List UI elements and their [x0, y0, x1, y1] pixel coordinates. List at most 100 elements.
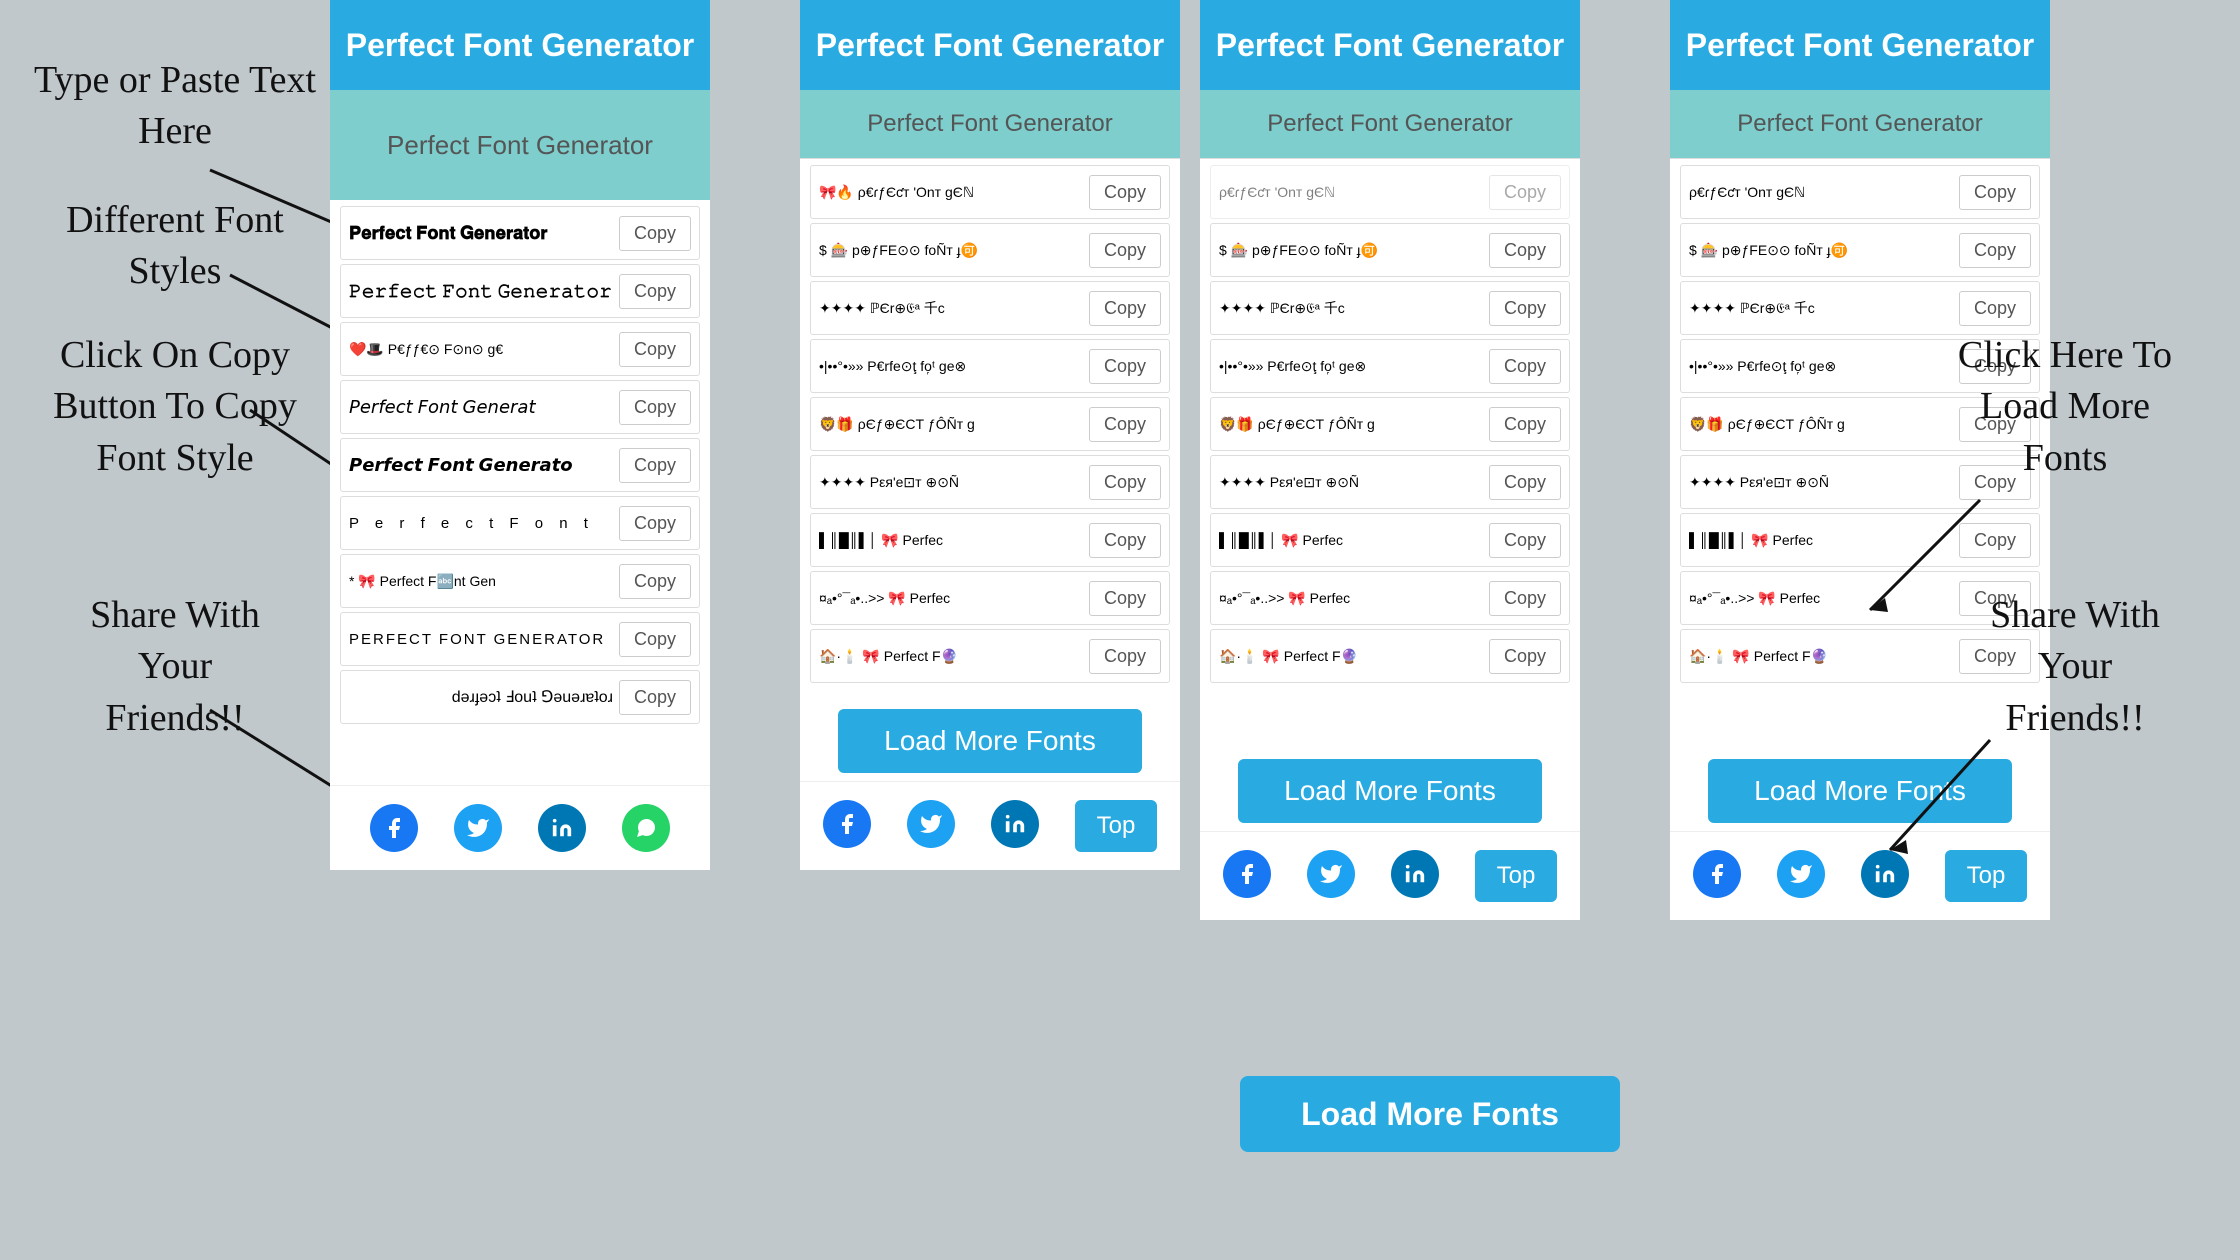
right-phone-panel-2: Perfect Font Generator Perfect Font Gene…: [1200, 0, 1580, 920]
facebook-icon[interactable]: [1223, 850, 1271, 898]
font-row: 🦁🎁 ρЄƒ⊕ЄCТ ƒÔÑт g Copy: [810, 397, 1170, 451]
load-more-button[interactable]: Load More Fonts: [838, 709, 1142, 773]
top-button[interactable]: Top: [1475, 850, 1558, 902]
load-more-label-text: Load More Fonts: [1301, 1096, 1559, 1133]
whatsapp-icon[interactable]: [622, 804, 670, 852]
copy-button[interactable]: Copy: [1489, 581, 1561, 616]
copy-button[interactable]: Copy: [1959, 291, 2031, 326]
copy-button[interactable]: Copy: [619, 448, 691, 483]
font-text: ▌║█║▌│ 🎀 Perfec: [1689, 532, 1959, 549]
right-phone-panel-1: Perfect Font Generator Perfect Font Gene…: [800, 0, 1180, 870]
linkedin-icon[interactable]: [538, 804, 586, 852]
copy-button[interactable]: Copy: [619, 216, 691, 251]
linkedin-icon[interactable]: [1861, 850, 1909, 898]
copy-button[interactable]: Copy: [1089, 349, 1161, 384]
copy-button[interactable]: Copy: [619, 564, 691, 599]
copy-button[interactable]: Copy: [1489, 407, 1561, 442]
copy-button[interactable]: Copy: [619, 274, 691, 309]
copy-button[interactable]: Copy: [1089, 465, 1161, 500]
font-row: ▌║█║▌│ 🎀 Perfec Copy: [1210, 513, 1570, 567]
copy-button[interactable]: Copy: [1089, 233, 1161, 268]
linkedin-icon[interactable]: [1391, 850, 1439, 898]
copy-button[interactable]: Copy: [619, 622, 691, 657]
linkedin-icon[interactable]: [991, 800, 1039, 848]
font-row: ✦✦✦✦ ℙЄr⊕𝔈ᵃ 千c Copy: [1680, 281, 2040, 335]
top-button[interactable]: Top: [1945, 850, 2028, 902]
twitter-icon[interactable]: [1777, 850, 1825, 898]
copy-button[interactable]: Copy: [1959, 523, 2031, 558]
font-row: ✦✦✦✦ Ρεя'е⊡т ⊕⊙Ñ Copy: [1210, 455, 1570, 509]
font-row: * 🎀 Perfect F🔤nt Gen Copy: [340, 554, 700, 608]
copy-button[interactable]: Copy: [1959, 175, 2031, 210]
font-text: ✦✦✦✦ ℙЄr⊕𝔈ᵃ 千c: [1219, 298, 1489, 318]
font-text: 𝙿𝚎𝚛𝚏𝚎𝚌𝚝 𝙵𝚘𝚗𝚝 𝙶𝚎𝚗𝚎𝚛𝚊𝚝𝚘𝚛: [349, 281, 619, 302]
twitter-icon[interactable]: [1307, 850, 1355, 898]
font-text: 🏠·🕯️ 🎀 Perfect F🔮: [1689, 648, 1959, 665]
font-row: ρ€ɾƒЄƈт 'Оnт gЄℕ Copy: [1210, 165, 1570, 219]
copy-button[interactable]: Copy: [1489, 349, 1561, 384]
annotation-share-left: Share WithYourFriends!!: [40, 590, 310, 744]
font-text: •|••°•»» P€rfe⊙ţ fo᷊ᵗ ge⊗: [819, 358, 1089, 375]
right-panel-header-3: Perfect Font Generator: [1670, 0, 2050, 90]
twitter-icon[interactable]: [907, 800, 955, 848]
font-text: 🏠·🕯️ 🎀 Perfect F🔮: [819, 648, 1089, 665]
copy-button[interactable]: Copy: [619, 332, 691, 367]
font-row: 𝘗𝘦𝘳𝘧𝘦𝘤𝘵 𝘍𝘰𝘯𝘵 𝘎𝘦𝘯𝘦𝘳𝘢𝘵 Copy: [340, 380, 700, 434]
copy-button[interactable]: Copy: [1489, 291, 1561, 326]
right-panel-header-2: Perfect Font Generator: [1200, 0, 1580, 90]
copy-button[interactable]: Copy: [1489, 175, 1561, 210]
font-text: $ 🎰 p⊕ƒFE⊙⊙ foÑт ɟ🉑: [819, 242, 1089, 259]
copy-button[interactable]: Copy: [1089, 407, 1161, 442]
font-text: 𝐏𝐞𝐫𝐟𝐞𝐜𝐭 𝐅𝐨𝐧𝐭 𝐆𝐞𝐧𝐞𝐫𝐚𝐭𝐨𝐫: [349, 223, 619, 244]
copy-button[interactable]: Copy: [1089, 175, 1161, 210]
top-button[interactable]: Top: [1075, 800, 1158, 852]
font-row: 🦁🎁 ρЄƒ⊕ЄCТ ƒÔÑт g Copy: [1210, 397, 1570, 451]
load-more-button-3[interactable]: Load More Fonts: [1708, 759, 2012, 823]
copy-button[interactable]: Copy: [619, 680, 691, 715]
font-row: ¤ₐ•°¯ₐ•..>> 🎀 Perfec Copy: [810, 571, 1170, 625]
font-text: $ 🎰 p⊕ƒFE⊙⊙ foÑт ɟ🉑: [1689, 242, 1959, 259]
annotation-load-more: Click Here ToLoad MoreFonts: [1920, 330, 2210, 484]
font-row: ɹoʇɐɹǝuǝ⅁ ʇuoℲ ʇɔǝɟɹǝd Copy: [340, 670, 700, 724]
font-text: PERFECT FONT GENERATOR: [349, 631, 619, 648]
copy-button[interactable]: Copy: [1089, 639, 1161, 674]
font-text: 𝙋𝙚𝙧𝙛𝙚𝙘𝙩 𝙁𝙤𝙣𝙩 𝙂𝙚𝙣𝙚𝙧𝙖𝙩𝙤: [349, 455, 619, 476]
facebook-icon[interactable]: [370, 804, 418, 852]
input-display-3: Perfect Font Generator: [1670, 90, 2050, 159]
font-text: * 🎀 Perfect F🔤nt Gen: [349, 573, 619, 590]
font-row: ▌║█║▌│ 🎀 Perfec Copy: [810, 513, 1170, 567]
font-text: ρ€ɾƒЄƈт 'Оnт gЄℕ: [1689, 184, 1959, 201]
copy-button[interactable]: Copy: [1089, 291, 1161, 326]
font-text: 🦁🎁 ρЄƒ⊕ЄCТ ƒÔÑт g: [1689, 416, 1959, 433]
font-text: $ 🎰 p⊕ƒFE⊙⊙ foÑт ɟ🉑: [1219, 242, 1489, 259]
facebook-icon[interactable]: [1693, 850, 1741, 898]
font-text: ✦✦✦✦ ℙЄr⊕𝔈ᵃ 千c: [1689, 298, 1959, 318]
copy-button[interactable]: Copy: [1089, 581, 1161, 616]
facebook-icon[interactable]: [823, 800, 871, 848]
font-row: 🏠·🕯️ 🎀 Perfect F🔮 Copy: [1210, 629, 1570, 683]
font-list-left: 𝐏𝐞𝐫𝐟𝐞𝐜𝐭 𝐅𝐨𝐧𝐭 𝐆𝐞𝐧𝐞𝐫𝐚𝐭𝐨𝐫 Copy 𝙿𝚎𝚛𝚏𝚎𝚌𝚝 𝙵𝚘𝚗𝚝…: [330, 200, 710, 785]
font-row: $ 🎰 p⊕ƒFE⊙⊙ foÑт ɟ🉑 Copy: [1680, 223, 2040, 277]
copy-button[interactable]: Copy: [1489, 523, 1561, 558]
load-more-label-bottom[interactable]: Load More Fonts: [1240, 1076, 1620, 1152]
annotation-share-right: Share WithYourFriends!!: [1940, 590, 2210, 744]
font-text: 🦁🎁 ρЄƒ⊕ЄCТ ƒÔÑт g: [819, 416, 1089, 433]
copy-button[interactable]: Copy: [1089, 523, 1161, 558]
copy-button[interactable]: Copy: [1489, 639, 1561, 674]
font-text: 🦁🎁 ρЄƒ⊕ЄCТ ƒÔÑт g: [1219, 416, 1489, 433]
copy-button[interactable]: Copy: [1489, 233, 1561, 268]
font-row: ρ€ɾƒЄƈт 'Оnт gЄℕ Copy: [1680, 165, 2040, 219]
copy-button[interactable]: Copy: [619, 506, 691, 541]
load-more-button-2[interactable]: Load More Fonts: [1238, 759, 1542, 823]
annotation-type-paste: Type or Paste Text Here: [30, 55, 320, 158]
twitter-icon[interactable]: [454, 804, 502, 852]
font-text: ✦✦✦✦ Ρεя'е⊡т ⊕⊙Ñ: [819, 474, 1089, 491]
copy-button[interactable]: Copy: [1959, 233, 2031, 268]
font-row: 𝙿𝚎𝚛𝚏𝚎𝚌𝚝 𝙵𝚘𝚗𝚝 𝙶𝚎𝚗𝚎𝚛𝚊𝚝𝚘𝚛 Copy: [340, 264, 700, 318]
copy-button[interactable]: Copy: [1489, 465, 1561, 500]
copy-button[interactable]: Copy: [619, 390, 691, 425]
font-text: ▌║█║▌│ 🎀 Perfec: [819, 532, 1089, 549]
text-input[interactable]: [330, 90, 710, 200]
font-text: ▌║█║▌│ 🎀 Perfec: [1219, 532, 1489, 549]
left-phone-panel: Perfect Font Generator 𝐏𝐞𝐫𝐟𝐞𝐜𝐭 𝐅𝐨𝐧𝐭 𝐆𝐞𝐧𝐞…: [330, 0, 710, 870]
